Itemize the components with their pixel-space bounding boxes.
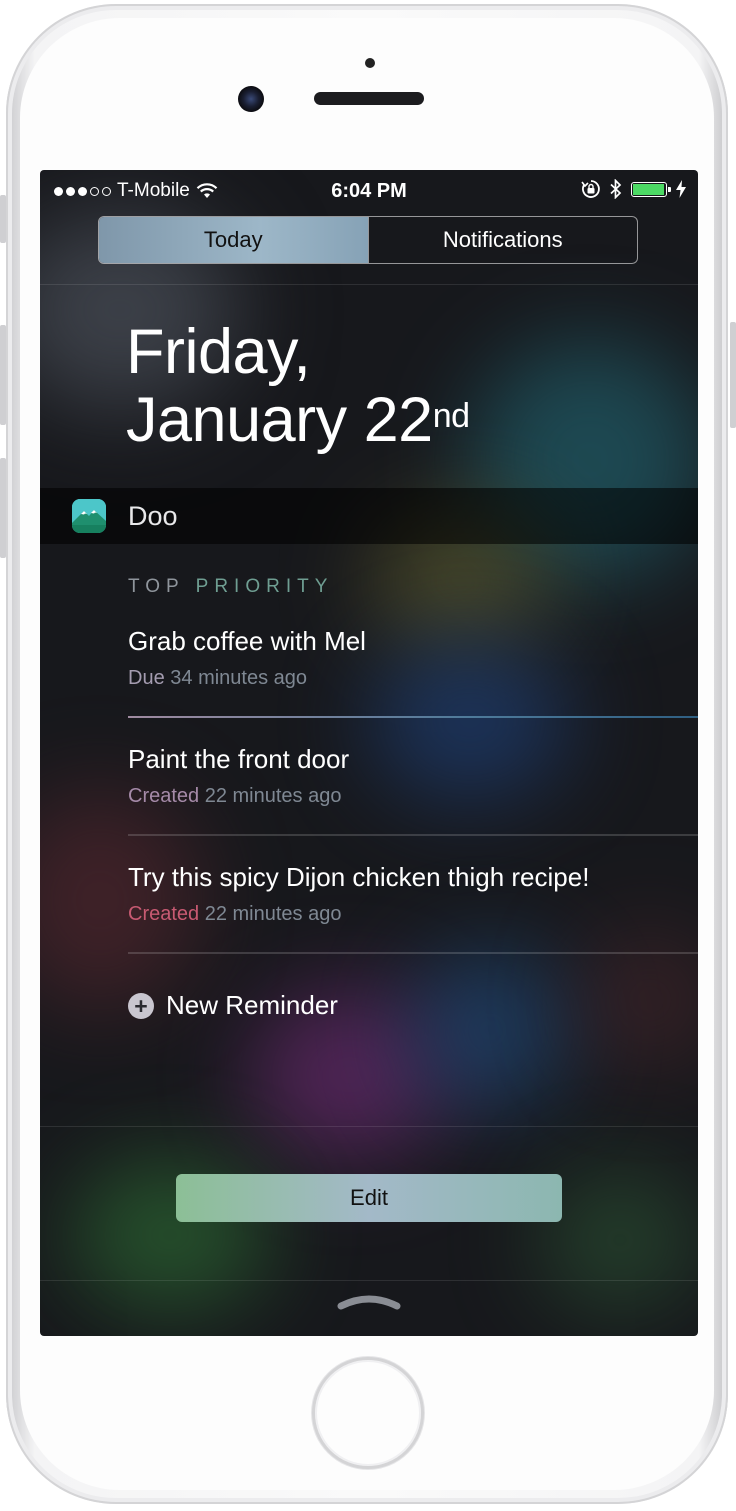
front-camera [238,86,264,112]
earpiece-speaker [314,92,424,105]
mute-switch [0,195,6,243]
view-switcher: Today Notifications [98,216,638,264]
divider [40,1126,698,1127]
status-bar: T-Mobile 6:04 PM [40,170,698,214]
volume-down-button [0,458,6,558]
battery-icon [631,181,671,197]
reminder-subtitle: Created 22 minutes ago [128,785,342,807]
widget-header-doo[interactable]: Doo [40,488,698,544]
proximity-sensor [365,58,375,68]
reminder-title: Try this spicy Dijon chicken thigh recip… [128,862,590,892]
wallpaper-blur [580,930,698,1070]
date-suffix: nd [432,397,470,435]
add-icon: + [128,992,154,1019]
reminder-item[interactable]: Try this spicy Dijon chicken thigh recip… [128,862,698,926]
reminder-divider [128,716,698,718]
reminder-subtitle: Created 22 minutes ago [128,903,342,925]
status-icons [581,179,686,199]
reminder-divider [128,834,698,836]
edit-button[interactable]: Edit [176,1174,562,1222]
date-month-day: January 22nd [126,385,470,455]
doo-app-icon [72,499,106,533]
tab-notifications[interactable]: Notifications [367,217,638,263]
section-label: TOP PRIORITY [128,576,334,597]
tab-today[interactable]: Today [99,217,368,263]
notification-center-screen: T-Mobile 6:04 PM Today Notifications Fri… [40,170,698,1336]
reminder-divider [128,952,698,954]
grabber-handle-icon[interactable] [337,1294,401,1310]
reminder-title: Grab coffee with Mel [128,626,366,656]
new-reminder-label: New Reminder [166,990,338,1020]
divider [40,284,698,285]
reminder-item[interactable]: Paint the front door Created 22 minutes … [128,744,698,808]
bluetooth-icon [610,179,622,199]
wallpaper-blur [540,1170,698,1310]
divider [40,1280,698,1281]
new-reminder-button[interactable]: + New Reminder [128,990,338,1021]
reminder-item[interactable]: Grab coffee with Mel Due 34 minutes ago [128,626,698,690]
power-button [730,322,736,428]
wallpaper-blur [410,950,570,1110]
charging-bolt-icon [676,180,686,198]
volume-up-button [0,325,6,425]
reminder-title: Paint the front door [128,744,350,774]
widget-app-name: Doo [128,500,178,531]
battery-level [633,183,664,195]
today-date: Friday, January 22nd [126,318,470,454]
reminder-subtitle: Due 34 minutes ago [128,667,308,689]
rotation-lock-icon [581,180,600,198]
home-button[interactable] [312,1357,424,1469]
date-weekday: Friday, [126,317,311,387]
